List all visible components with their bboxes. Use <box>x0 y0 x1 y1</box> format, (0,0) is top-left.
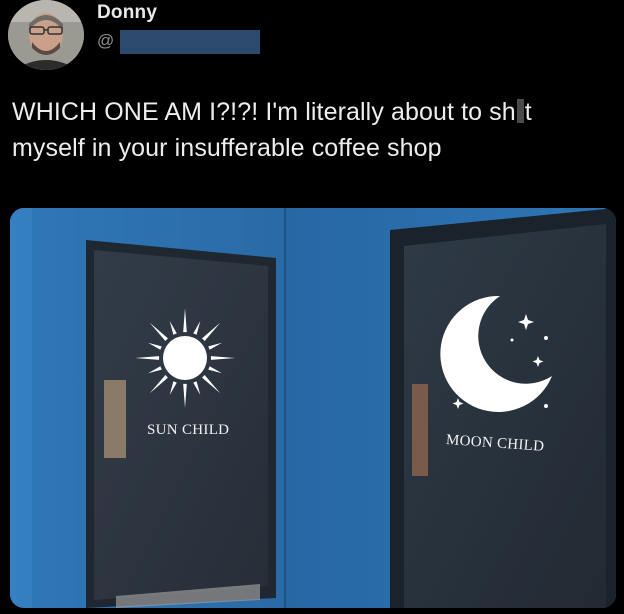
display-name[interactable]: Donny <box>97 2 157 24</box>
avatar[interactable] <box>8 0 84 70</box>
sun-icon <box>135 308 235 408</box>
obscured-letter <box>516 99 524 123</box>
right-door-push-plate <box>412 384 428 476</box>
tweet-text-part3: myself in your insufferable coffee shop <box>12 134 442 162</box>
tweet-text-part1: WHICH ONE AM I?!?! I'm literally about t… <box>12 98 516 126</box>
right-door <box>404 224 606 608</box>
profile-photo-icon <box>8 0 84 70</box>
sun-child-sign: SUN CHILD <box>147 422 230 438</box>
handle[interactable]: @ <box>97 31 114 51</box>
tweet-text: WHICH ONE AM I?!?! I'm literally about t… <box>12 94 618 166</box>
tweet-text-part2: t <box>524 98 532 126</box>
handle-redaction <box>120 30 260 54</box>
left-door-push-plate <box>104 380 126 458</box>
tweet-photo[interactable]: SUN CHILD MOON CHILD <box>10 208 616 608</box>
photo-scene <box>10 208 616 608</box>
